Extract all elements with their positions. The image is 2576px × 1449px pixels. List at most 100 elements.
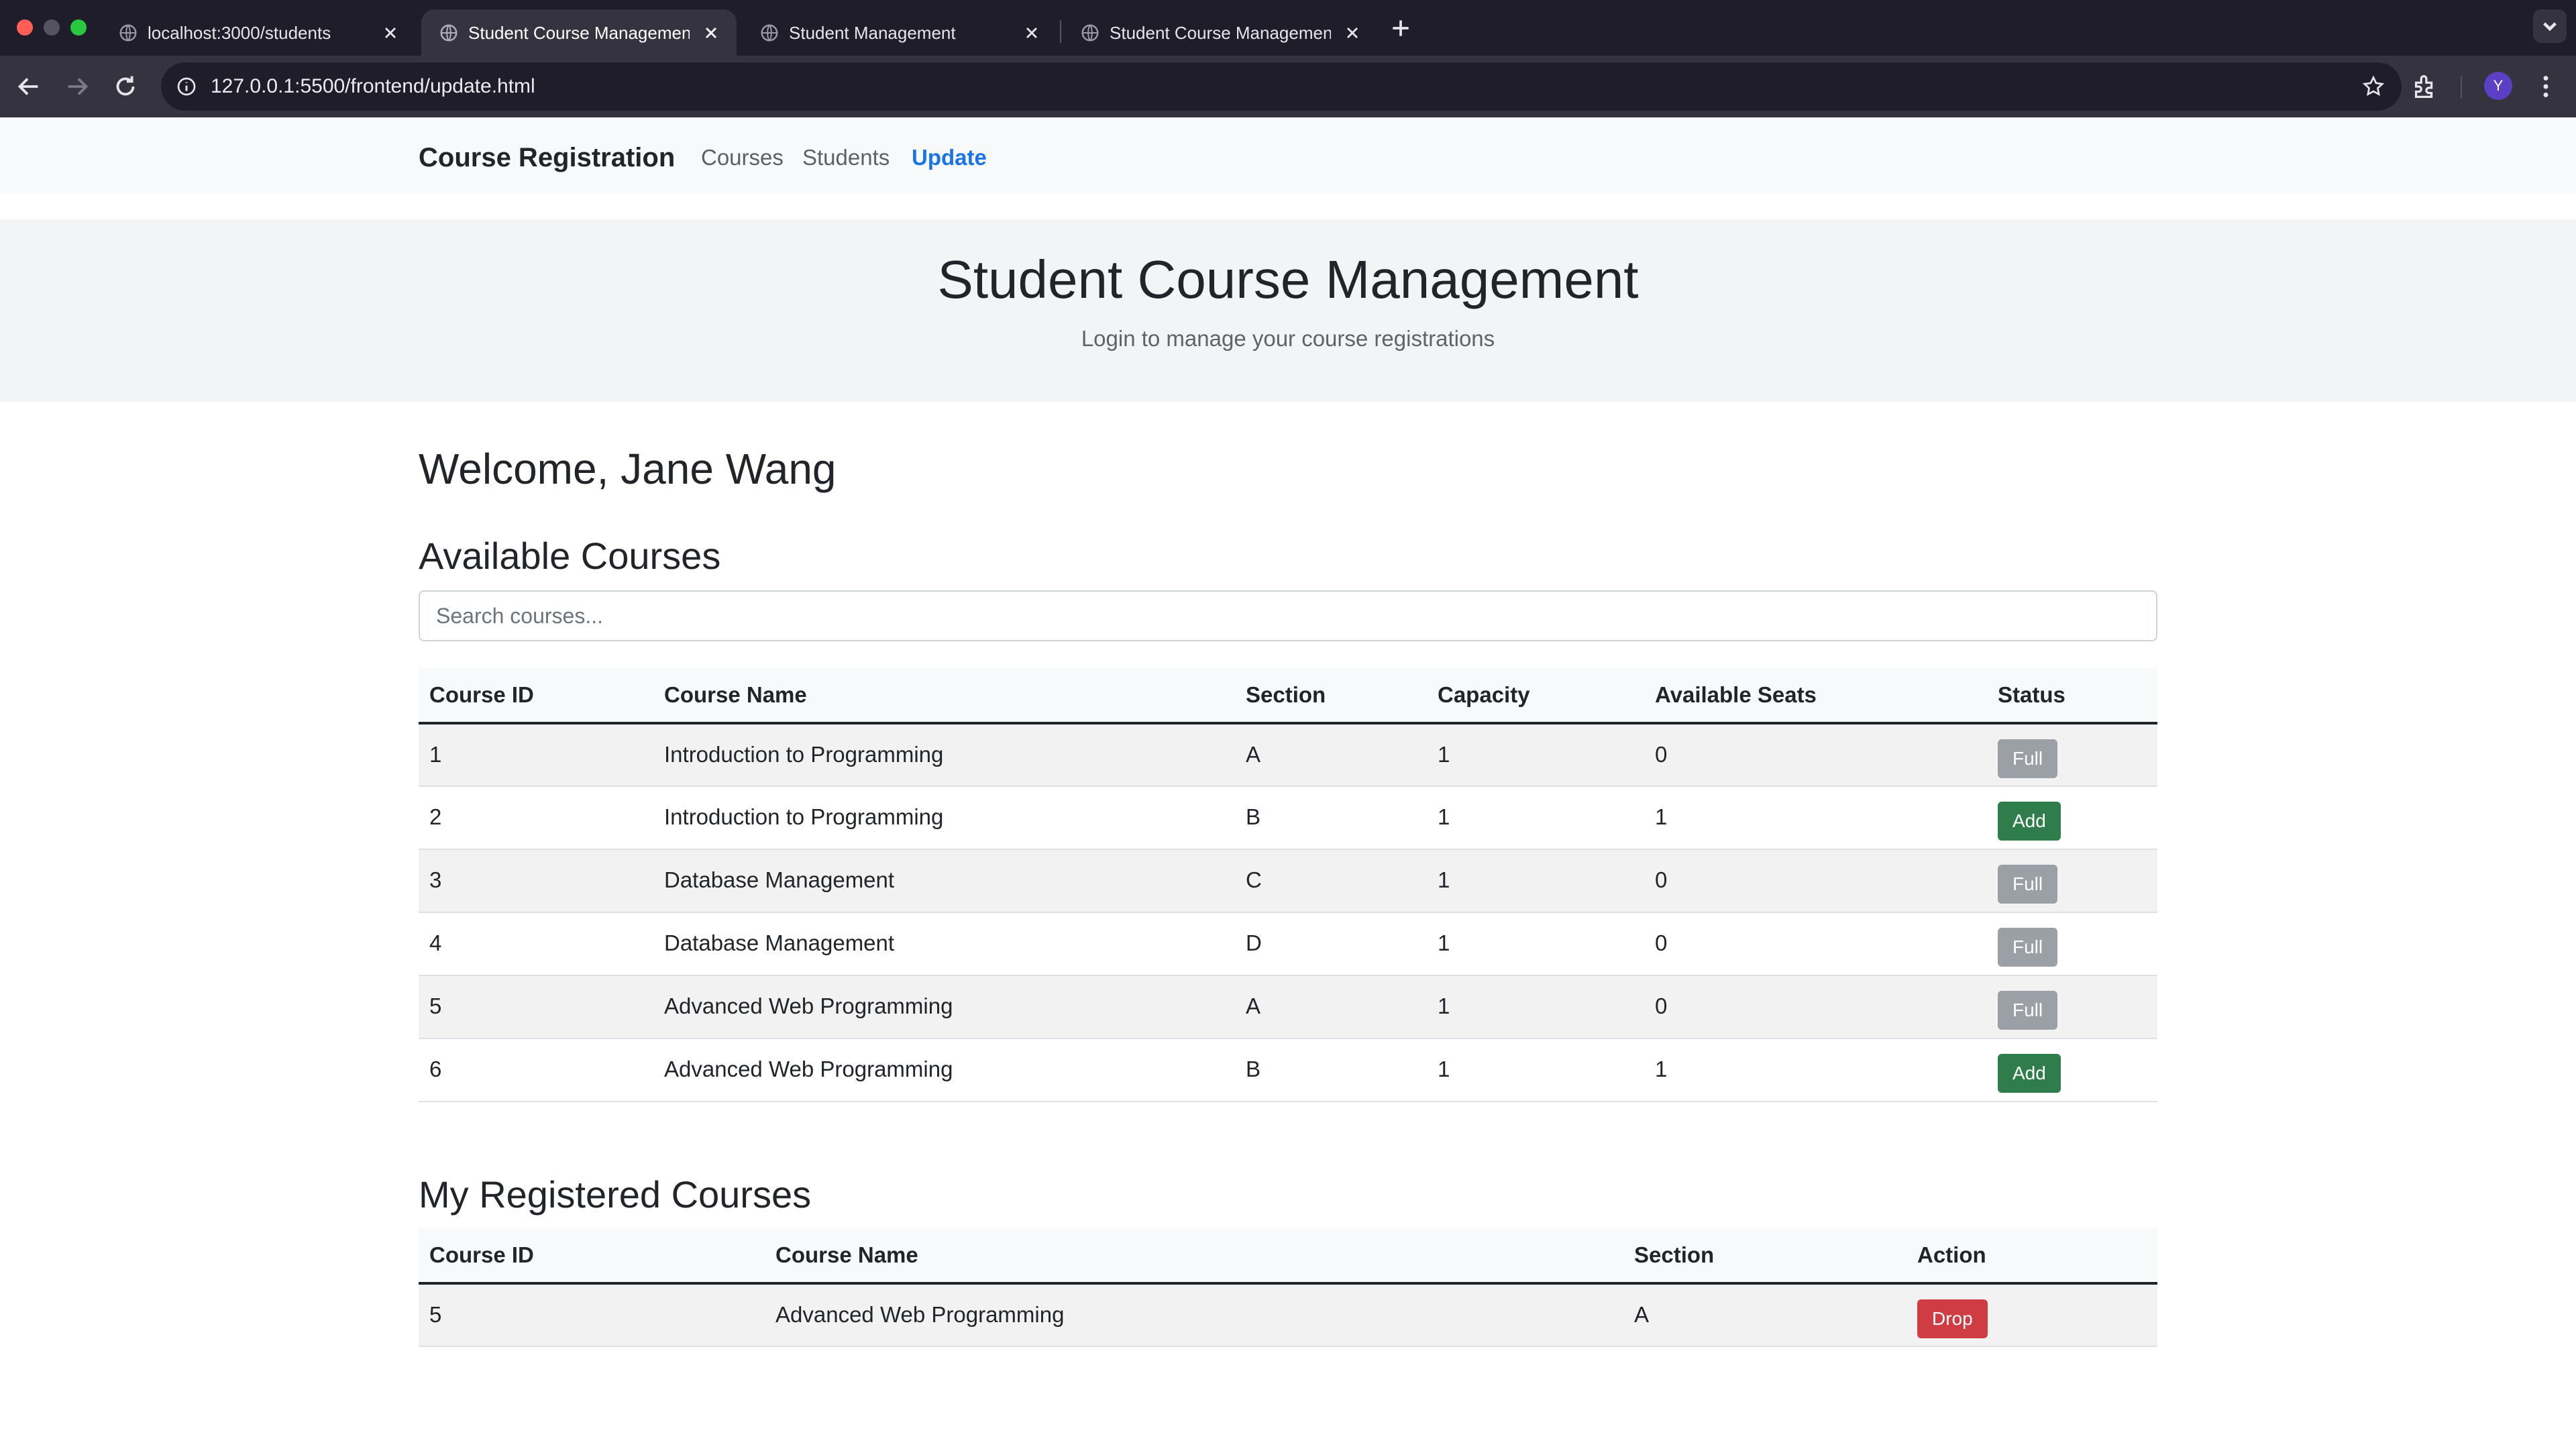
reload-icon[interactable]	[110, 71, 141, 102]
add-course-button[interactable]: Add	[1998, 802, 2061, 841]
course-id-cell: 1	[419, 723, 653, 787]
full-button[interactable]: Full	[1998, 928, 2058, 967]
globe-icon	[1081, 24, 1099, 42]
course-name-cell: Database Management	[653, 849, 1235, 913]
course-name-cell: Introduction to Programming	[653, 723, 1235, 787]
globe-icon	[119, 24, 137, 42]
tab-title: Student Management	[789, 23, 956, 43]
column-header[interactable]: Available Seats	[1644, 668, 1987, 724]
status-cell: Add	[1987, 786, 2157, 850]
tab-search-button[interactable]	[2533, 9, 2567, 43]
browser-tab-2[interactable]: Student Course Management	[421, 9, 737, 56]
status-cell: Full	[1987, 912, 2157, 976]
table-row: 5 Advanced Web Programming A Drop	[419, 1283, 2157, 1347]
browser-tab-1[interactable]: localhost:3000/students	[101, 9, 416, 56]
course-id-cell: 6	[419, 1038, 653, 1102]
full-button[interactable]: Full	[1998, 865, 2058, 904]
nav-link-courses[interactable]: Courses	[701, 143, 784, 172]
status-cell: Full	[1987, 849, 2157, 913]
capacity-cell: 1	[1427, 786, 1644, 850]
table-row: 3 Database Management C 1 0 Full	[419, 849, 2157, 913]
column-header[interactable]: Status	[1987, 668, 2157, 724]
brand-link[interactable]: Course Registration	[419, 142, 675, 174]
close-window-button[interactable]	[17, 19, 33, 36]
section-cell: A	[1623, 1283, 1907, 1347]
table-row: 4 Database Management D 1 0 Full	[419, 912, 2157, 976]
browser-tab-3[interactable]: Student Management	[742, 9, 1057, 56]
capacity-cell: 1	[1427, 723, 1644, 787]
bookmark-star-icon[interactable]	[2361, 74, 2385, 99]
status-cell: Full	[1987, 975, 2157, 1039]
course-name-cell: Advanced Web Programming	[765, 1283, 1623, 1347]
welcome-heading: Welcome, Jane Wang	[419, 445, 837, 493]
nav-link-update[interactable]: Update	[912, 143, 987, 172]
full-button[interactable]: Full	[1998, 739, 2058, 778]
registered-courses-table: Course ID Course Name Section Action 5 A…	[419, 1228, 2157, 1347]
more-menu-icon[interactable]	[2530, 71, 2561, 102]
site-info-icon[interactable]	[176, 76, 197, 97]
close-tab-icon[interactable]	[1343, 23, 1362, 42]
table-header-row: Course ID Course Name Section Capacity A…	[419, 668, 2157, 724]
course-search-input[interactable]	[419, 590, 2157, 641]
column-header[interactable]: Course Name	[765, 1228, 1623, 1285]
globe-icon	[761, 24, 778, 42]
table-row: 1 Introduction to Programming A 1 0 Full	[419, 723, 2157, 787]
globe-icon	[440, 24, 458, 42]
close-tab-icon[interactable]	[702, 23, 720, 42]
tab-separator	[1060, 20, 1061, 43]
column-header[interactable]: Course ID	[419, 668, 653, 724]
column-header[interactable]: Course ID	[419, 1228, 765, 1285]
available-seats-cell: 0	[1644, 849, 1987, 913]
section-cell: A	[1235, 723, 1427, 787]
status-cell: Full	[1987, 723, 2157, 787]
column-header[interactable]: Section	[1623, 1228, 1907, 1285]
add-course-button[interactable]: Add	[1998, 1054, 2061, 1093]
table-header-row: Course ID Course Name Section Action	[419, 1228, 2157, 1285]
status-cell: Add	[1987, 1038, 2157, 1102]
course-name-cell: Advanced Web Programming	[653, 1038, 1235, 1102]
extensions-icon[interactable]	[2410, 71, 2440, 102]
available-courses-heading: Available Courses	[419, 535, 721, 577]
tab-title: Student Course Management	[468, 23, 690, 43]
table-row: 2 Introduction to Programming B 1 1 Add	[419, 786, 2157, 850]
course-id-cell: 5	[419, 975, 653, 1039]
address-bar[interactable]: 127.0.0.1:5500/frontend/update.html	[161, 62, 2402, 111]
tab-title: Student Course Management	[1110, 23, 1331, 43]
zoom-window-button[interactable]	[70, 19, 87, 36]
course-id-cell: 2	[419, 786, 653, 850]
nav-link-students[interactable]: Students	[802, 143, 890, 172]
drop-course-button[interactable]: Drop	[1917, 1299, 1988, 1338]
profile-avatar[interactable]: Y	[2484, 72, 2512, 100]
column-header[interactable]: Capacity	[1427, 668, 1644, 724]
section-cell: A	[1235, 975, 1427, 1039]
action-cell: Drop	[1907, 1283, 2157, 1347]
course-id-cell: 3	[419, 849, 653, 913]
column-header[interactable]: Section	[1235, 668, 1427, 724]
section-cell: C	[1235, 849, 1427, 913]
available-seats-cell: 0	[1644, 912, 1987, 976]
available-seats-cell: 0	[1644, 975, 1987, 1039]
browser-tab-4[interactable]: Student Course Management	[1063, 9, 1378, 56]
url-text: 127.0.0.1:5500/frontend/update.html	[211, 75, 535, 97]
tab-title: localhost:3000/students	[148, 23, 331, 43]
available-courses-table: Course ID Course Name Section Capacity A…	[419, 668, 2157, 1102]
minimize-window-button[interactable]	[44, 19, 60, 36]
capacity-cell: 1	[1427, 975, 1644, 1039]
chevron-down-icon	[2543, 22, 2557, 32]
forward-arrow-icon[interactable]	[62, 71, 93, 102]
toolbar-divider	[2461, 76, 2462, 99]
column-header[interactable]: Action	[1907, 1228, 2157, 1285]
page-subtitle: Login to manage your course registration…	[1081, 326, 1495, 351]
close-tab-icon[interactable]	[1022, 23, 1041, 42]
back-arrow-icon[interactable]	[13, 71, 44, 102]
course-name-cell: Database Management	[653, 912, 1235, 976]
section-cell: B	[1235, 1038, 1427, 1102]
close-tab-icon[interactable]	[381, 23, 400, 42]
new-tab-icon[interactable]	[1387, 15, 1414, 42]
full-button[interactable]: Full	[1998, 991, 2058, 1030]
column-header[interactable]: Course Name	[653, 668, 1235, 724]
course-id-cell: 4	[419, 912, 653, 976]
site-navbar: Course Registration Courses Students Upd…	[0, 117, 2576, 193]
section-cell: D	[1235, 912, 1427, 976]
course-name-cell: Introduction to Programming	[653, 786, 1235, 850]
